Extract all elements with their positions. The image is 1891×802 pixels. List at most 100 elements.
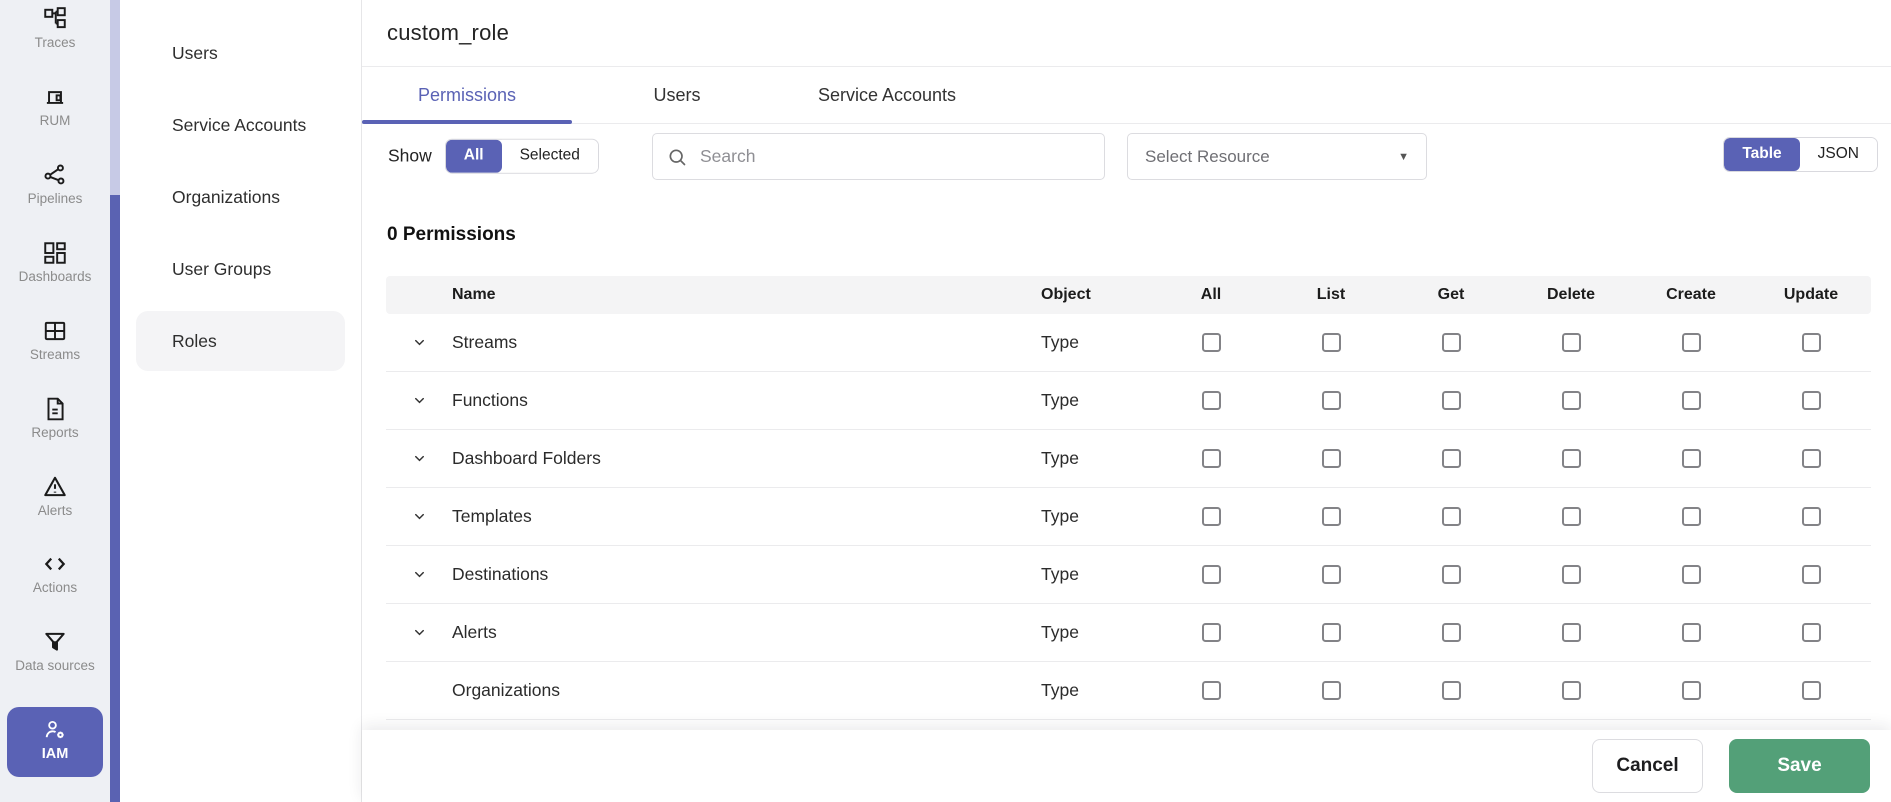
checkbox-list[interactable]	[1321, 333, 1341, 352]
view-toggle: Table JSON	[1723, 137, 1878, 172]
sidebar-item-actions[interactable]: Actions	[0, 551, 110, 596]
row-object: Type	[1041, 332, 1079, 352]
checkbox-get[interactable]	[1441, 507, 1461, 526]
checkbox-all[interactable]	[1201, 565, 1221, 584]
sidebar-scrollbar-thumb[interactable]	[110, 195, 120, 802]
checkbox-cell	[1511, 507, 1631, 526]
checkbox-cell	[1511, 333, 1631, 352]
tab-permissions[interactable]: Permissions	[362, 67, 572, 124]
view-table-button[interactable]: Table	[1724, 138, 1800, 171]
checkbox-create[interactable]	[1681, 449, 1701, 468]
sidebar-item-alerts[interactable]: Alerts	[0, 474, 110, 519]
rum-icon	[42, 84, 68, 110]
checkbox-create[interactable]	[1681, 681, 1701, 700]
tab-users[interactable]: Users	[572, 67, 782, 123]
checkbox-list[interactable]	[1321, 623, 1341, 642]
sidebar-item-organizations[interactable]: Organizations	[120, 161, 361, 233]
expand-chevron-icon[interactable]	[386, 625, 452, 640]
checkbox-delete[interactable]	[1561, 681, 1581, 700]
search-input[interactable]	[698, 145, 1090, 168]
checkbox-create[interactable]	[1681, 565, 1701, 584]
checkbox-cell	[1631, 565, 1751, 584]
resource-select[interactable]: Select Resource ▼	[1127, 133, 1427, 180]
sidebar-item-data-sources[interactable]: Data sources	[0, 629, 110, 674]
sidebar-scrollbar[interactable]	[110, 0, 120, 802]
sidebar-item-users[interactable]: Users	[120, 17, 361, 89]
checkbox-update[interactable]	[1801, 507, 1821, 526]
checkbox-all[interactable]	[1201, 507, 1221, 526]
checkbox-update[interactable]	[1801, 623, 1821, 642]
checkbox-get[interactable]	[1441, 565, 1461, 584]
checkbox-all[interactable]	[1201, 449, 1221, 468]
checkbox-cell	[1271, 449, 1391, 468]
sidebar-item-traces[interactable]: Traces	[0, 6, 110, 51]
checkbox-get[interactable]	[1441, 449, 1461, 468]
sidebar-item-roles[interactable]: Roles	[136, 311, 345, 371]
checkbox-get[interactable]	[1441, 623, 1461, 642]
row-name: Functions	[452, 390, 528, 410]
show-selected-button[interactable]: Selected	[501, 139, 598, 173]
column-header-update: Update	[1783, 286, 1839, 303]
checkbox-cell	[1631, 507, 1751, 526]
table-row: Templates Type	[386, 488, 1871, 546]
checkbox-list[interactable]	[1321, 391, 1341, 410]
checkbox-get[interactable]	[1441, 333, 1461, 352]
sidebar-item-streams[interactable]: Streams	[0, 318, 110, 363]
checkbox-update[interactable]	[1801, 681, 1821, 700]
checkbox-cell	[1151, 565, 1271, 584]
checkbox-list[interactable]	[1321, 681, 1341, 700]
checkbox-all[interactable]	[1201, 391, 1221, 410]
checkbox-delete[interactable]	[1561, 449, 1581, 468]
traces-icon	[42, 6, 68, 32]
main-content: custom_role Permissions Users Service Acco…	[362, 0, 1891, 802]
checkbox-list[interactable]	[1321, 449, 1341, 468]
checkbox-cell	[1751, 623, 1871, 642]
expand-chevron-icon[interactable]	[386, 567, 452, 582]
sidebar-item-reports[interactable]: Reports	[0, 396, 110, 441]
checkbox-get[interactable]	[1441, 681, 1461, 700]
checkbox-update[interactable]	[1801, 449, 1821, 468]
tab-service-accounts[interactable]: Service Accounts	[782, 67, 992, 123]
row-object: Type	[1041, 506, 1079, 526]
save-button[interactable]: Save	[1729, 739, 1870, 793]
checkbox-cell	[1631, 333, 1751, 352]
sidebar-item-rum[interactable]: RUM	[0, 84, 110, 129]
checkbox-all[interactable]	[1201, 333, 1221, 352]
checkbox-cell	[1151, 333, 1271, 352]
expand-chevron-icon[interactable]	[386, 393, 452, 408]
checkbox-delete[interactable]	[1561, 565, 1581, 584]
sidebar-item-pipelines[interactable]: Pipelines	[0, 162, 110, 207]
checkbox-delete[interactable]	[1561, 391, 1581, 410]
checkbox-cell	[1391, 507, 1511, 526]
checkbox-create[interactable]	[1681, 507, 1701, 526]
sidebar-item-user-groups[interactable]: User Groups	[120, 233, 361, 305]
sidebar-item-dashboards[interactable]: Dashboards	[0, 240, 110, 285]
checkbox-update[interactable]	[1801, 391, 1821, 410]
sidebar-item-label: Traces	[34, 35, 76, 50]
checkbox-update[interactable]	[1801, 333, 1821, 352]
expand-chevron-icon[interactable]	[386, 335, 452, 350]
dashboards-icon	[42, 240, 68, 266]
checkbox-list[interactable]	[1321, 565, 1341, 584]
sidebar-item-iam[interactable]: IAM	[7, 707, 103, 778]
checkbox-delete[interactable]	[1561, 333, 1581, 352]
sidebar-item-service-accounts[interactable]: Service Accounts	[120, 89, 361, 161]
checkbox-get[interactable]	[1441, 391, 1461, 410]
checkbox-all[interactable]	[1201, 681, 1221, 700]
cancel-button[interactable]: Cancel	[1592, 739, 1703, 793]
checkbox-create[interactable]	[1681, 391, 1701, 410]
checkbox-list[interactable]	[1321, 507, 1341, 526]
expand-chevron-icon[interactable]	[386, 451, 452, 466]
show-all-button[interactable]: All	[445, 139, 502, 173]
checkbox-update[interactable]	[1801, 565, 1821, 584]
checkbox-cell	[1751, 507, 1871, 526]
expand-chevron-icon[interactable]	[386, 509, 452, 524]
view-json-button[interactable]: JSON	[1799, 138, 1877, 171]
table-row: Alerts Type	[386, 604, 1871, 662]
checkbox-all[interactable]	[1201, 623, 1221, 642]
checkbox-create[interactable]	[1681, 623, 1701, 642]
checkbox-delete[interactable]	[1561, 623, 1581, 642]
checkbox-delete[interactable]	[1561, 507, 1581, 526]
row-name: Dashboard Folders	[452, 448, 601, 468]
checkbox-create[interactable]	[1681, 333, 1701, 352]
